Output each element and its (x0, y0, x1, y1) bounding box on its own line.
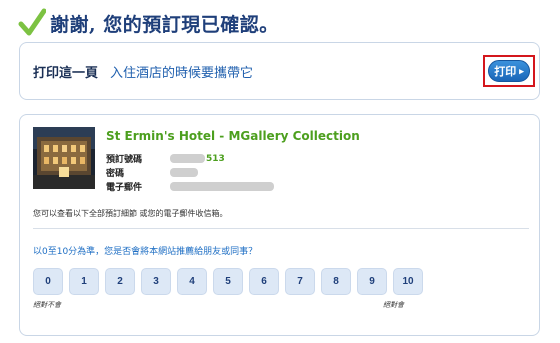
recommend-question: 以0至10分為準，您是否會將本網站推薦給朋友或同事？ (33, 247, 258, 257)
score-5[interactable]: 5 (213, 268, 243, 295)
print-page-label: 打印這一頁 (33, 66, 99, 81)
print-card: 打印這一頁 入住酒店的時候要攜帶它 打印 ▸ (19, 42, 540, 100)
score-6[interactable]: 6 (249, 268, 279, 295)
score-9[interactable]: 9 (357, 268, 387, 295)
redacted-value (170, 154, 205, 163)
score-1[interactable]: 1 (69, 268, 99, 295)
score-4[interactable]: 4 (177, 268, 207, 295)
hotel-photo (33, 127, 95, 189)
checkmark-icon (18, 8, 46, 36)
print-button-label: 打印 (494, 66, 517, 78)
email-row: 電子郵件 (106, 180, 274, 193)
score-low-label: 絕對不會 (33, 301, 61, 309)
score-10[interactable]: 10 (393, 268, 423, 295)
print-button[interactable]: 打印 ▸ (488, 60, 530, 82)
score-high-label: 絕對會 (383, 301, 404, 309)
password-label: 密碼 (106, 169, 125, 179)
print-page-note: 入住酒店的時候要攜帶它 (110, 66, 254, 81)
confirmation-header: 謝謝, 您的預訂現已確認。 (18, 6, 279, 40)
page-title: 謝謝, 您的預訂現已確認。 (50, 13, 279, 36)
score-scale: 0 1 2 3 4 5 6 7 8 9 10 (33, 268, 423, 295)
booking-number-suffix: 513 (206, 153, 225, 164)
redacted-value (170, 182, 274, 191)
booking-number-label: 預訂號碼 (106, 155, 143, 165)
divider (33, 228, 529, 229)
hotel-name: St Ermin's Hotel - MGallery Collection (106, 129, 360, 143)
password-row: 密碼 (106, 166, 198, 179)
chevron-right-icon: ▸ (519, 65, 524, 76)
booking-number-row: 預訂號碼 513 (106, 152, 225, 166)
score-0[interactable]: 0 (33, 268, 63, 295)
score-7[interactable]: 7 (285, 268, 315, 295)
print-button-highlight: 打印 ▸ (483, 55, 535, 87)
score-2[interactable]: 2 (105, 268, 135, 295)
score-3[interactable]: 3 (141, 268, 171, 295)
redacted-value (170, 168, 198, 177)
view-details-note: 您可以查看以下全部預訂細節 或您的電子郵件收信箱。 (33, 209, 228, 218)
booking-card: St Ermin's Hotel - MGallery Collection 預… (19, 114, 540, 336)
email-label: 電子郵件 (106, 183, 143, 193)
score-8[interactable]: 8 (321, 268, 351, 295)
